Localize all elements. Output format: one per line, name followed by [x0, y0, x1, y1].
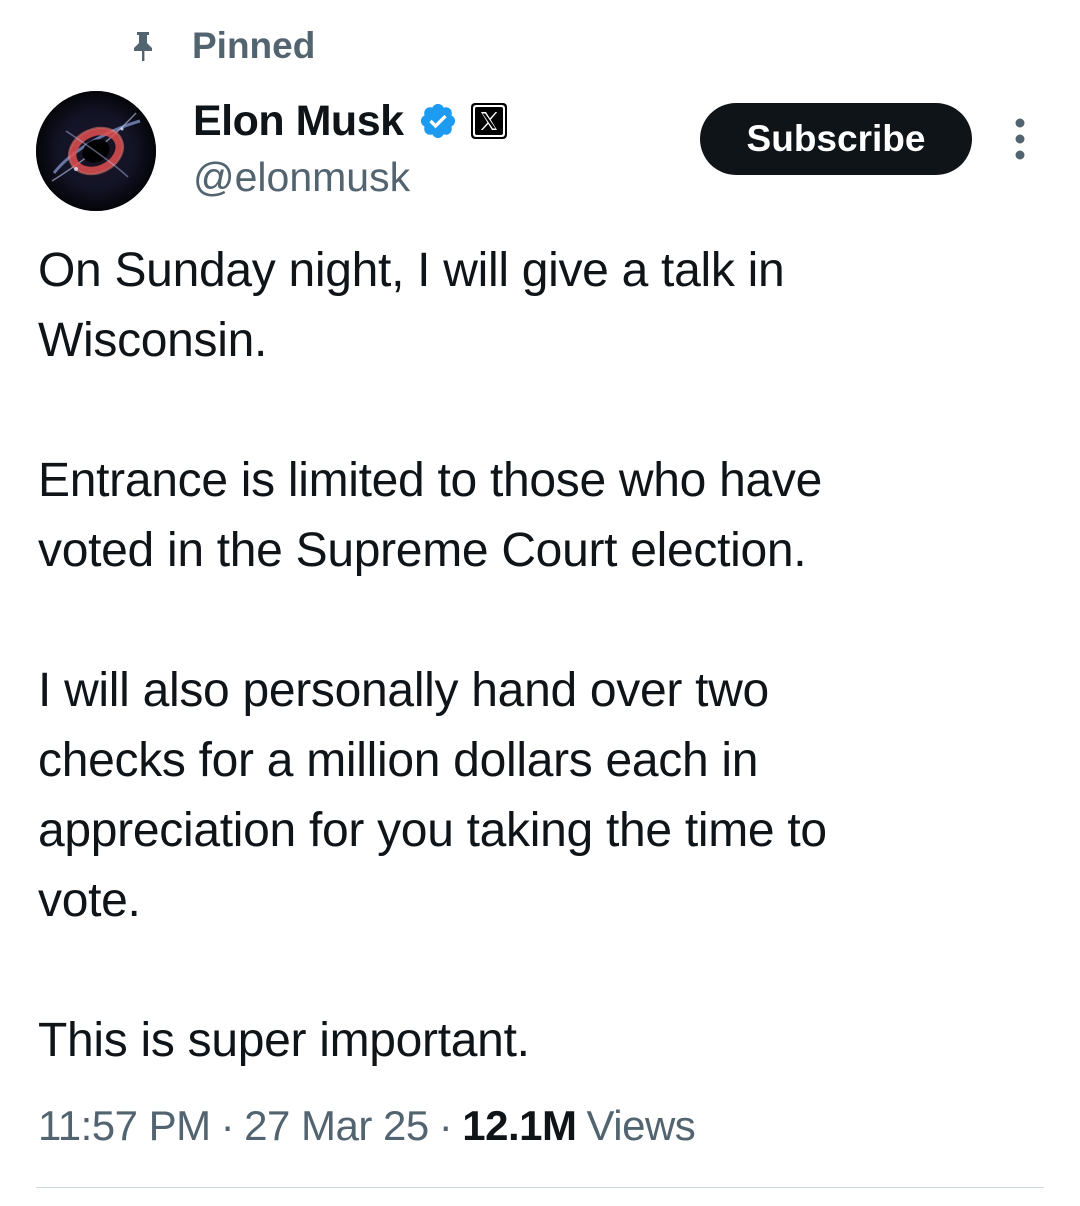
pinned-label: Pinned	[192, 25, 316, 66]
pinned-indicator: Pinned	[128, 22, 315, 70]
subscribe-button[interactable]: Subscribe	[700, 103, 972, 175]
tweet-time[interactable]: 11:57 PM	[38, 1102, 211, 1150]
verified-badge-icon	[418, 101, 458, 141]
tweet-date[interactable]: 27 Mar 25	[244, 1102, 429, 1150]
author-info[interactable]: Elon Musk @elonmusk	[193, 92, 508, 202]
pin-icon	[128, 26, 158, 66]
meta-separator: ·	[438, 1102, 453, 1149]
x-logo-icon[interactable]	[470, 102, 508, 140]
tweet-metadata: 11:57 PM · 27 Mar 25 · 12.1M Views	[38, 1098, 696, 1154]
tweet-body: On Sunday night, I will give a talk in W…	[38, 236, 1048, 1076]
more-vertical-icon[interactable]	[1004, 117, 1036, 161]
tweet-paragraph: I will also personally hand over two che…	[38, 664, 827, 927]
meta-separator: ·	[220, 1102, 235, 1149]
divider	[36, 1187, 1044, 1188]
avatar[interactable]	[36, 91, 156, 211]
tweet-paragraph: This is super important.	[38, 1014, 530, 1067]
author-display-name[interactable]: Elon Musk	[193, 97, 404, 146]
views-label[interactable]: Views	[587, 1102, 696, 1150]
views-count[interactable]: 12.1M	[462, 1102, 577, 1150]
tweet-paragraph: On Sunday night, I will give a talk in W…	[38, 244, 785, 367]
author-handle[interactable]: @elonmusk	[193, 152, 508, 202]
tweet-paragraph: Entrance is limited to those who have vo…	[38, 454, 822, 577]
